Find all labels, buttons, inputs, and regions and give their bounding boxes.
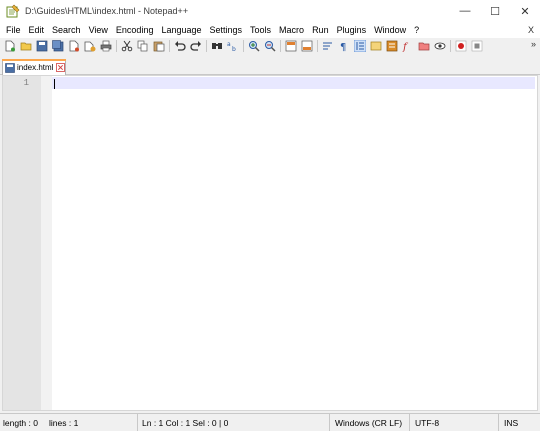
zoom-in-icon[interactable] (247, 40, 260, 53)
sync-vertical-icon[interactable] (284, 40, 297, 53)
notepad-plus-plus-icon (6, 4, 20, 18)
stop-recording-icon[interactable] (470, 40, 483, 53)
menu-file[interactable]: File (2, 22, 25, 38)
window-title: D:\Guides\HTML\index.html - Notepad++ (25, 6, 189, 16)
menu-encoding[interactable]: Encoding (112, 22, 158, 38)
line-number-gutter: 1 (3, 76, 41, 410)
menu-plugins[interactable]: Plugins (333, 22, 371, 38)
fold-margin[interactable] (41, 76, 52, 410)
status-eol[interactable]: Windows (CR LF) (330, 413, 410, 431)
maximize-button[interactable]: ☐ (480, 0, 510, 22)
function-list-icon[interactable]: f (401, 40, 414, 53)
open-file-icon[interactable] (19, 40, 32, 53)
menu-run[interactable]: Run (308, 22, 333, 38)
toolbar-separator (317, 40, 318, 52)
toolbar-separator (243, 40, 244, 52)
text-caret (54, 79, 55, 89)
word-wrap-icon[interactable] (321, 40, 334, 53)
status-bar: length : 0 lines : 1 Ln : 1 Col : 1 Sel … (0, 413, 540, 431)
menu-search[interactable]: Search (48, 22, 85, 38)
menu-window[interactable]: Window (370, 22, 410, 38)
print-icon[interactable] (99, 40, 112, 53)
svg-text:a: a (227, 41, 231, 48)
status-lines: lines : 1 (46, 413, 138, 431)
folder-as-workspace-icon[interactable] (417, 40, 430, 53)
line-number: 1 (23, 78, 29, 88)
tab-index-html[interactable]: index.html (2, 59, 66, 75)
current-line-highlight (52, 77, 535, 89)
minimize-button[interactable]: — (450, 0, 480, 22)
menu-edit[interactable]: Edit (25, 22, 49, 38)
svg-text:¶: ¶ (340, 42, 346, 52)
document-map-icon[interactable] (385, 40, 398, 53)
menu-settings[interactable]: Settings (206, 22, 247, 38)
find-icon[interactable] (210, 40, 223, 53)
toolbar-separator (169, 40, 170, 52)
save-icon[interactable] (35, 40, 48, 53)
status-insert-mode[interactable]: INS (499, 414, 540, 431)
indent-guide-icon[interactable] (353, 40, 366, 53)
menu-bar: File Edit Search View Encoding Language … (0, 22, 540, 38)
toolbar-separator (116, 40, 117, 52)
toolbar-separator (206, 40, 207, 52)
close-window-button[interactable]: ✕ (510, 0, 540, 22)
record-macro-icon[interactable] (454, 40, 467, 53)
toolbar: ab ¶ f » (0, 38, 540, 54)
menu-macro[interactable]: Macro (275, 22, 308, 38)
toolbar-overflow-button[interactable]: » (531, 38, 536, 50)
editor[interactable]: 1 (2, 75, 538, 411)
saved-document-icon (5, 62, 15, 73)
replace-icon[interactable]: ab (226, 40, 239, 53)
close-all-icon[interactable] (83, 40, 96, 53)
tab-close-icon[interactable] (56, 63, 66, 72)
monitoring-icon[interactable] (433, 40, 446, 53)
paste-icon[interactable] (152, 40, 165, 53)
close-icon[interactable] (67, 40, 80, 53)
status-position[interactable]: Ln : 1 Col : 1 Sel : 0 | 0 (138, 413, 330, 431)
sync-horizontal-icon[interactable] (300, 40, 313, 53)
toolbar-separator (450, 40, 451, 52)
svg-text:b: b (232, 46, 236, 52)
close-document-button[interactable]: X (528, 22, 534, 38)
redo-icon[interactable] (189, 40, 202, 53)
zoom-out-icon[interactable] (263, 40, 276, 53)
undo-icon[interactable] (173, 40, 186, 53)
menu-language[interactable]: Language (157, 22, 205, 38)
status-length: length : 0 (3, 417, 38, 428)
user-defined-language-icon[interactable] (369, 40, 382, 53)
save-all-icon[interactable] (51, 40, 64, 53)
toolbar-separator (280, 40, 281, 52)
menu-view[interactable]: View (85, 22, 112, 38)
copy-icon[interactable] (136, 40, 149, 53)
menu-help[interactable]: ? (410, 22, 423, 38)
status-encoding[interactable]: UTF-8 (410, 413, 499, 431)
new-file-icon[interactable] (3, 40, 16, 53)
show-all-chars-icon[interactable]: ¶ (337, 40, 350, 53)
tab-bar: index.html (0, 58, 540, 75)
tab-label: index.html (17, 63, 54, 72)
menu-tools[interactable]: Tools (246, 22, 275, 38)
text-area[interactable] (52, 76, 537, 410)
title-bar: D:\Guides\HTML\index.html - Notepad++ — … (0, 0, 540, 22)
svg-text:f: f (402, 42, 409, 52)
cut-icon[interactable] (120, 40, 133, 53)
active-tab-indicator (2, 59, 66, 61)
